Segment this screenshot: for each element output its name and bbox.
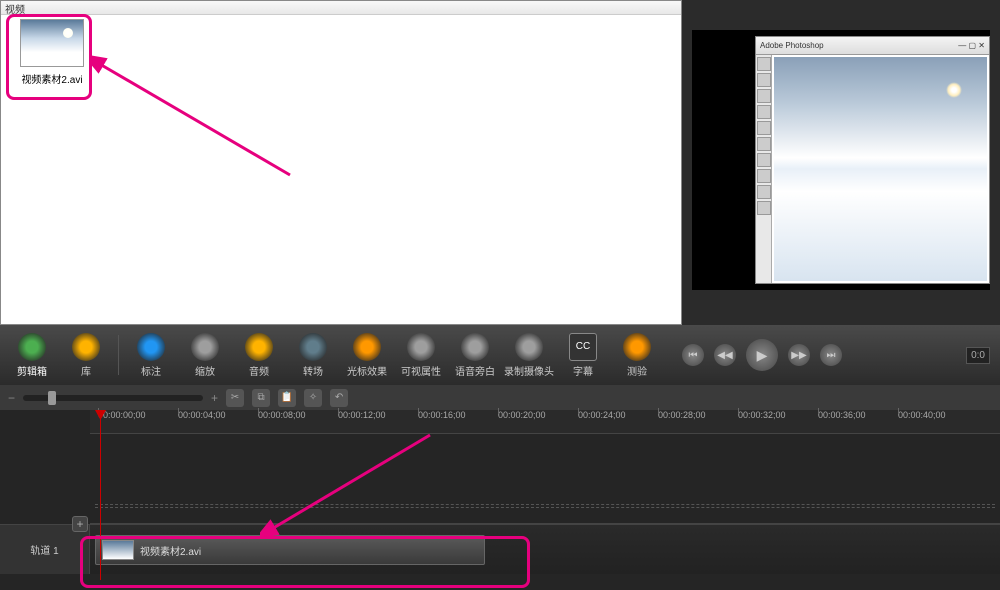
toolbar-label: 标注 <box>125 363 177 378</box>
audio-icon <box>245 333 273 361</box>
ruler-tick: 00:00:08;00 <box>258 410 306 420</box>
prev-marker-button[interactable]: ⏮ <box>682 344 704 366</box>
ruler-tick: 00:00:24;00 <box>578 410 626 420</box>
toolbar-label: 测验 <box>611 363 663 378</box>
playback-controls: ⏮ ◀◀ ▶ ▶▶ ⏭ 0:0 <box>682 325 1000 385</box>
timeline-ruler[interactable]: 00:00:00;0000:00:04;0000:00:08;0000:00:1… <box>90 410 1000 434</box>
drop-zone[interactable] <box>90 434 1000 524</box>
quiz-icon <box>623 333 651 361</box>
toolbar-callouts[interactable]: 标注 <box>125 333 177 378</box>
next-marker-button[interactable]: ⏭ <box>820 344 842 366</box>
zoom-slider[interactable] <box>23 395 203 401</box>
timeline-clip[interactable]: 视频素材2.avi <box>95 535 485 565</box>
toolbar-transitions[interactable]: 转场 <box>287 333 339 378</box>
preview-panel: Adobe Photoshop — ▢ ✕ <box>682 0 1000 325</box>
visual-props-icon <box>407 333 435 361</box>
ps-canvas <box>772 55 989 283</box>
ruler-tick: 00:00:12;00 <box>338 410 386 420</box>
toolbar-label: 缩放 <box>179 363 231 378</box>
timeline[interactable]: 00:00:00;0000:00:04;0000:00:08;0000:00:1… <box>0 410 1000 590</box>
ruler-tick: 00:00:36;00 <box>818 410 866 420</box>
captions-icon: CC <box>569 333 597 361</box>
add-track-button[interactable]: + <box>72 516 88 532</box>
ruler-tick: 00:00:40;00 <box>898 410 946 420</box>
voice-icon <box>461 333 489 361</box>
ruler-tick: 00:00:16;00 <box>418 410 466 420</box>
clip-thumbnail <box>102 540 134 560</box>
toolbar-label: 录制摄像头 <box>503 363 555 378</box>
tool-cut-icon[interactable]: ✂ <box>226 389 244 407</box>
forward-button[interactable]: ▶▶ <box>788 344 810 366</box>
toolbar-cursor-fx[interactable]: 光标效果 <box>341 333 393 378</box>
toolbar-label: 可视属性 <box>395 363 447 378</box>
toolbar-label: 剪辑箱 <box>6 363 58 378</box>
toolbar-zoom[interactable]: 缩放 <box>179 333 231 378</box>
time-display: 0:0 <box>966 347 990 364</box>
toolbar-label: 库 <box>60 363 112 378</box>
media-bin-header: 视频 <box>1 1 681 15</box>
toolbar-library[interactable]: 库 <box>60 333 112 378</box>
track-content[interactable]: 视频素材2.avi <box>90 525 1000 574</box>
photoshop-window: Adobe Photoshop — ▢ ✕ <box>755 36 990 284</box>
ruler-tick: 00:00:32;00 <box>738 410 786 420</box>
track-header[interactable]: 轨道 1 <box>0 525 90 574</box>
media-bin[interactable]: 视频 视频素材2.avi <box>0 0 682 325</box>
toolbar-audio[interactable]: 音频 <box>233 333 285 378</box>
toolbar-label: 音频 <box>233 363 285 378</box>
ruler-tick: 00:00:04;00 <box>178 410 226 420</box>
toolbar-captions[interactable]: CC 字幕 <box>557 333 609 378</box>
toolbar-label: 光标效果 <box>341 363 393 378</box>
toolbar-voice[interactable]: 语音旁白 <box>449 333 501 378</box>
play-button[interactable]: ▶ <box>746 339 778 371</box>
tool-paste-icon[interactable]: 📋 <box>278 389 296 407</box>
main-toolbar: 剪辑箱库标注缩放音频转场光标效果可视属性语音旁白录制摄像头 CC 字幕测验 <box>0 325 682 385</box>
ps-toolbar <box>756 55 772 283</box>
toolbar-label: 字幕 <box>557 363 609 378</box>
preview-viewport: Adobe Photoshop — ▢ ✕ <box>692 30 990 290</box>
clip-label: 视频素材2.avi <box>140 543 201 558</box>
track-1: 轨道 1 视频素材2.avi <box>0 524 1000 574</box>
ps-titlebar: Adobe Photoshop — ▢ ✕ <box>756 37 989 55</box>
cursor-fx-icon <box>353 333 381 361</box>
clip-bin-icon <box>18 333 46 361</box>
toolbar-label: 语音旁白 <box>449 363 501 378</box>
record-cam-icon <box>515 333 543 361</box>
playhead[interactable] <box>100 410 101 580</box>
tool-undo-icon[interactable]: ↶ <box>330 389 348 407</box>
toolbar-clip-bin[interactable]: 剪辑箱 <box>6 333 58 378</box>
ruler-tick: 00:00:20;00 <box>498 410 546 420</box>
transitions-icon <box>299 333 327 361</box>
zoom-icon <box>191 333 219 361</box>
media-item[interactable]: 视频素材2.avi <box>13 19 91 86</box>
tool-split-icon[interactable]: ✧ <box>304 389 322 407</box>
timeline-controls: − + ✂ ⧉ 📋 ✧ ↶ <box>0 385 1000 410</box>
library-icon <box>72 333 100 361</box>
toolbar-visual-props[interactable]: 可视属性 <box>395 333 447 378</box>
callouts-icon <box>137 333 165 361</box>
ruler-tick: 00:00:28;00 <box>658 410 706 420</box>
media-item-label: 视频素材2.avi <box>13 71 91 86</box>
tool-copy-icon[interactable]: ⧉ <box>252 389 270 407</box>
media-thumbnail <box>20 19 84 67</box>
rewind-button[interactable]: ◀◀ <box>714 344 736 366</box>
toolbar-record-cam[interactable]: 录制摄像头 <box>503 333 555 378</box>
toolbar-quiz[interactable]: 测验 <box>611 333 663 378</box>
ps-image <box>774 57 987 281</box>
toolbar-label: 转场 <box>287 363 339 378</box>
